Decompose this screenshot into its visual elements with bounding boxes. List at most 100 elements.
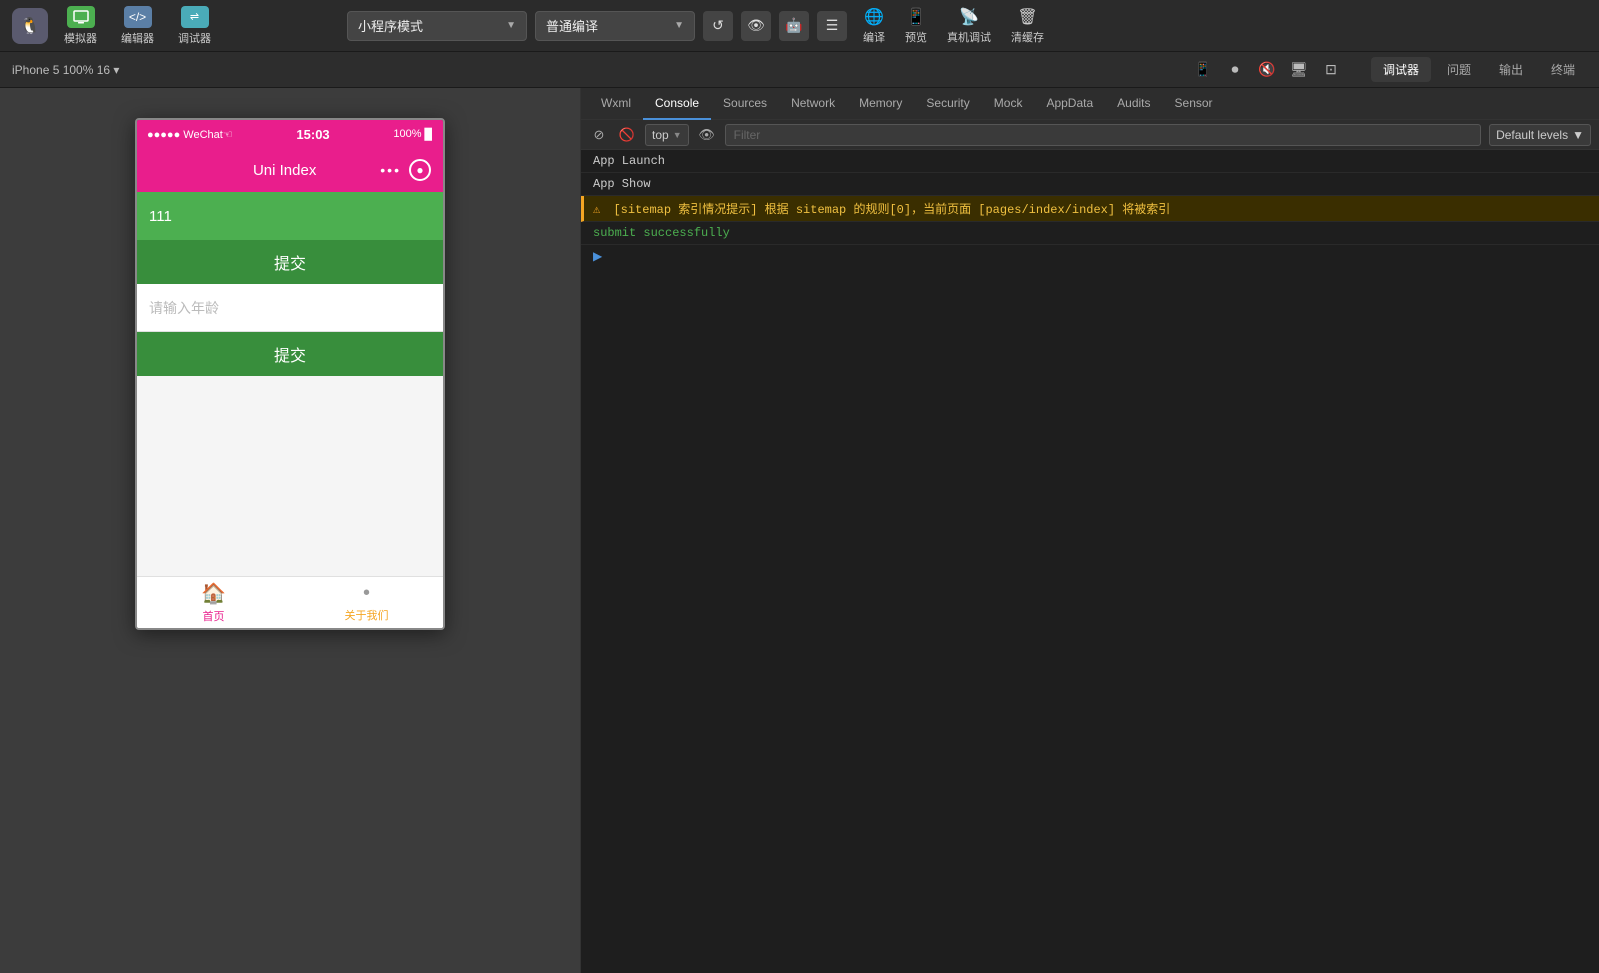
compile-arrow-icon: ▼: [674, 20, 684, 31]
tab-debugger[interactable]: 调试器: [1371, 57, 1431, 82]
navbar-more-icon[interactable]: •••: [380, 162, 401, 178]
record-icon[interactable]: ⏺: [1223, 58, 1247, 82]
sitemap-warning-text: [sitemap 索引情况提示] 根据 sitemap 的规则[0]，当前页面 …: [613, 203, 1170, 217]
console-expand-arrow[interactable]: ▶: [581, 245, 1599, 267]
editor-label: 编辑器: [121, 30, 154, 46]
devtools-top-tabs: Wxml Console Sources Network Memory Secu…: [581, 88, 1599, 120]
phone-content-area: [137, 376, 443, 576]
console-output: App Launch App Show ⚠ [sitemap 索引情况提示] 根…: [581, 150, 1599, 973]
tab-output[interactable]: 输出: [1487, 57, 1535, 82]
tab-wxml[interactable]: Wxml: [589, 88, 643, 120]
phone-time: 15:03: [296, 127, 329, 142]
tab-sources[interactable]: Sources: [711, 88, 779, 120]
console-item-sitemap-warning: ⚠ [sitemap 索引情况提示] 根据 sitemap 的规则[0]，当前页…: [581, 196, 1599, 222]
preview-label: 预览: [905, 29, 927, 45]
tab-memory[interactable]: Memory: [847, 88, 914, 120]
console-item-app-show: App Show: [581, 173, 1599, 196]
filter-input[interactable]: [725, 124, 1481, 146]
mode-selector[interactable]: 小程序模式 ▼: [347, 11, 527, 41]
phone-outline-icon[interactable]: 📱: [1191, 58, 1215, 82]
clear-cache-icon: 🗑: [1017, 7, 1037, 27]
phone-page-title: Uni Index: [253, 162, 316, 179]
real-device-action[interactable]: 📡 真机调试: [947, 7, 991, 45]
compile-selector[interactable]: 普通编译 ▼: [535, 11, 695, 41]
warning-icon: ⚠: [593, 203, 600, 217]
input-placeholder-2: 请输入年龄: [149, 298, 219, 318]
tab-about-label: 关于我们: [345, 607, 389, 623]
preview-action[interactable]: 📱 预览: [905, 7, 927, 45]
secondary-toolbar: iPhone 5 100% 16 ▾ 📱 ⏺ 🔇 🖥 ⊡ 调试器 问题 输出 终…: [0, 52, 1599, 88]
refresh-btn[interactable]: ↺: [703, 11, 733, 41]
translate-action[interactable]: 🌐 编译: [863, 7, 885, 45]
tab-security[interactable]: Security: [914, 88, 981, 120]
tab-terminal[interactable]: 终端: [1539, 57, 1587, 82]
real-device-label: 真机调试: [947, 29, 991, 45]
phone-tab-home[interactable]: 🏠 首页: [137, 581, 290, 624]
secondary-icons: 📱 ⏺ 🔇 🖥 ⊡: [1191, 58, 1343, 82]
input-value-1: 111: [149, 208, 172, 225]
devtools-tabs: 调试器 问题 输出 终端: [1371, 57, 1587, 82]
devtools-panel: Wxml Console Sources Network Memory Secu…: [580, 88, 1599, 973]
input-section-1[interactable]: 111: [137, 192, 443, 240]
console-stop-icon[interactable]: ⊘: [589, 125, 609, 145]
navbar-circle-btn[interactable]: ●: [409, 159, 431, 181]
translate-label: 编译: [863, 29, 885, 45]
toolbar-actions: 🌐 编译 📱 预览 📡 真机调试 🗑 清缓存: [863, 7, 1044, 45]
tab-appdata[interactable]: AppData: [1034, 88, 1105, 120]
debugger-label: 调试器: [178, 30, 211, 46]
mode-arrow-icon: ▼: [506, 20, 516, 31]
tab-console[interactable]: Console: [643, 88, 711, 120]
signal-indicator: ●●●●● WeChat☜: [147, 128, 233, 141]
console-clear-icon[interactable]: 🚫: [617, 125, 637, 145]
tab-mock[interactable]: Mock: [982, 88, 1035, 120]
phone-frame: ●●●●● WeChat☜ 15:03 100% ▉ Uni Index •••…: [135, 118, 445, 630]
battery-icon: ▉: [425, 128, 433, 141]
mode-label: 小程序模式: [358, 16, 423, 35]
device-info[interactable]: iPhone 5 100% 16 ▾: [12, 63, 119, 77]
tab-network[interactable]: Network: [779, 88, 847, 120]
app-launch-text: App Launch: [593, 154, 665, 168]
phone-body: 111 提交 请输入年龄 提交: [137, 192, 443, 628]
refresh-icon: ↺: [712, 17, 724, 34]
screen-icon[interactable]: 🖥: [1287, 58, 1311, 82]
phone-navbar: Uni Index ••• ●: [137, 148, 443, 192]
tab-sensor[interactable]: Sensor: [1163, 88, 1225, 120]
mute-icon[interactable]: 🔇: [1255, 58, 1279, 82]
simulator-btn[interactable]: 模拟器: [56, 2, 105, 50]
about-icon: •: [363, 582, 370, 605]
submit-success-text: submit successfully: [593, 226, 730, 240]
input-section-2[interactable]: 请输入年龄: [137, 284, 443, 332]
log-levels-arrow-icon: ▼: [1572, 128, 1584, 142]
context-arrow-icon: ▼: [673, 130, 682, 140]
console-item-app-launch: App Launch: [581, 150, 1599, 173]
context-value: top: [652, 128, 669, 142]
preview-icon: 📱: [906, 7, 926, 27]
debugger-icon: ⇌: [181, 6, 209, 28]
devtools-toolbar: ⊘ 🚫 top ▼ 👁 Default levels ▼: [581, 120, 1599, 150]
tab-audits[interactable]: Audits: [1105, 88, 1162, 120]
eye-filter-icon[interactable]: 👁: [697, 125, 717, 145]
battery-indicator: 100% ▉: [393, 128, 433, 141]
simulator-label: 模拟器: [64, 30, 97, 46]
submit-button-2[interactable]: 提交: [137, 332, 443, 376]
eye-icon: 👁: [747, 17, 765, 34]
clear-cache-label: 清缓存: [1011, 29, 1044, 45]
home-icon: 🏠: [201, 581, 226, 606]
phone-tab-about[interactable]: • 关于我们: [290, 582, 443, 623]
console-item-submit-success: submit successfully: [581, 222, 1599, 245]
editor-btn[interactable]: </> 编辑器: [113, 2, 162, 50]
tab-issues[interactable]: 问题: [1435, 57, 1483, 82]
context-selector[interactable]: top ▼: [645, 124, 689, 146]
debugger-btn[interactable]: ⇌ 调试器: [170, 2, 219, 50]
eye-btn[interactable]: 👁: [741, 11, 771, 41]
app-logo: 🐧: [12, 8, 48, 44]
log-levels-label: Default levels: [1496, 128, 1568, 142]
submit-button-1[interactable]: 提交: [137, 240, 443, 284]
layers-btn[interactable]: ☰: [817, 11, 847, 41]
clear-cache-action[interactable]: 🗑 清缓存: [1011, 7, 1044, 45]
navbar-right-icons: ••• ●: [380, 159, 431, 181]
robot-btn[interactable]: 🤖: [779, 11, 809, 41]
tab-home-label: 首页: [203, 608, 225, 624]
log-levels-selector[interactable]: Default levels ▼: [1489, 124, 1591, 146]
layout-icon[interactable]: ⊡: [1319, 58, 1343, 82]
